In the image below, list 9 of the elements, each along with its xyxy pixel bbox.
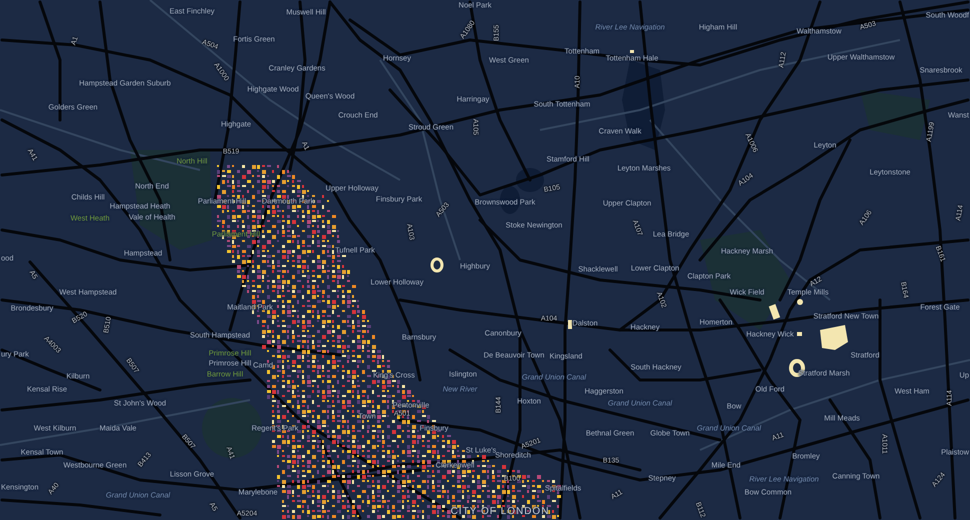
building-block (630, 50, 634, 53)
building-block (797, 332, 802, 336)
building-block (768, 304, 780, 320)
reservoir (516, 168, 544, 192)
building-block (820, 325, 848, 350)
district-label: CITY OF LONDON (450, 507, 550, 517)
building-block (568, 320, 572, 329)
building-block (797, 299, 803, 305)
stadium-drawing (430, 258, 444, 272)
